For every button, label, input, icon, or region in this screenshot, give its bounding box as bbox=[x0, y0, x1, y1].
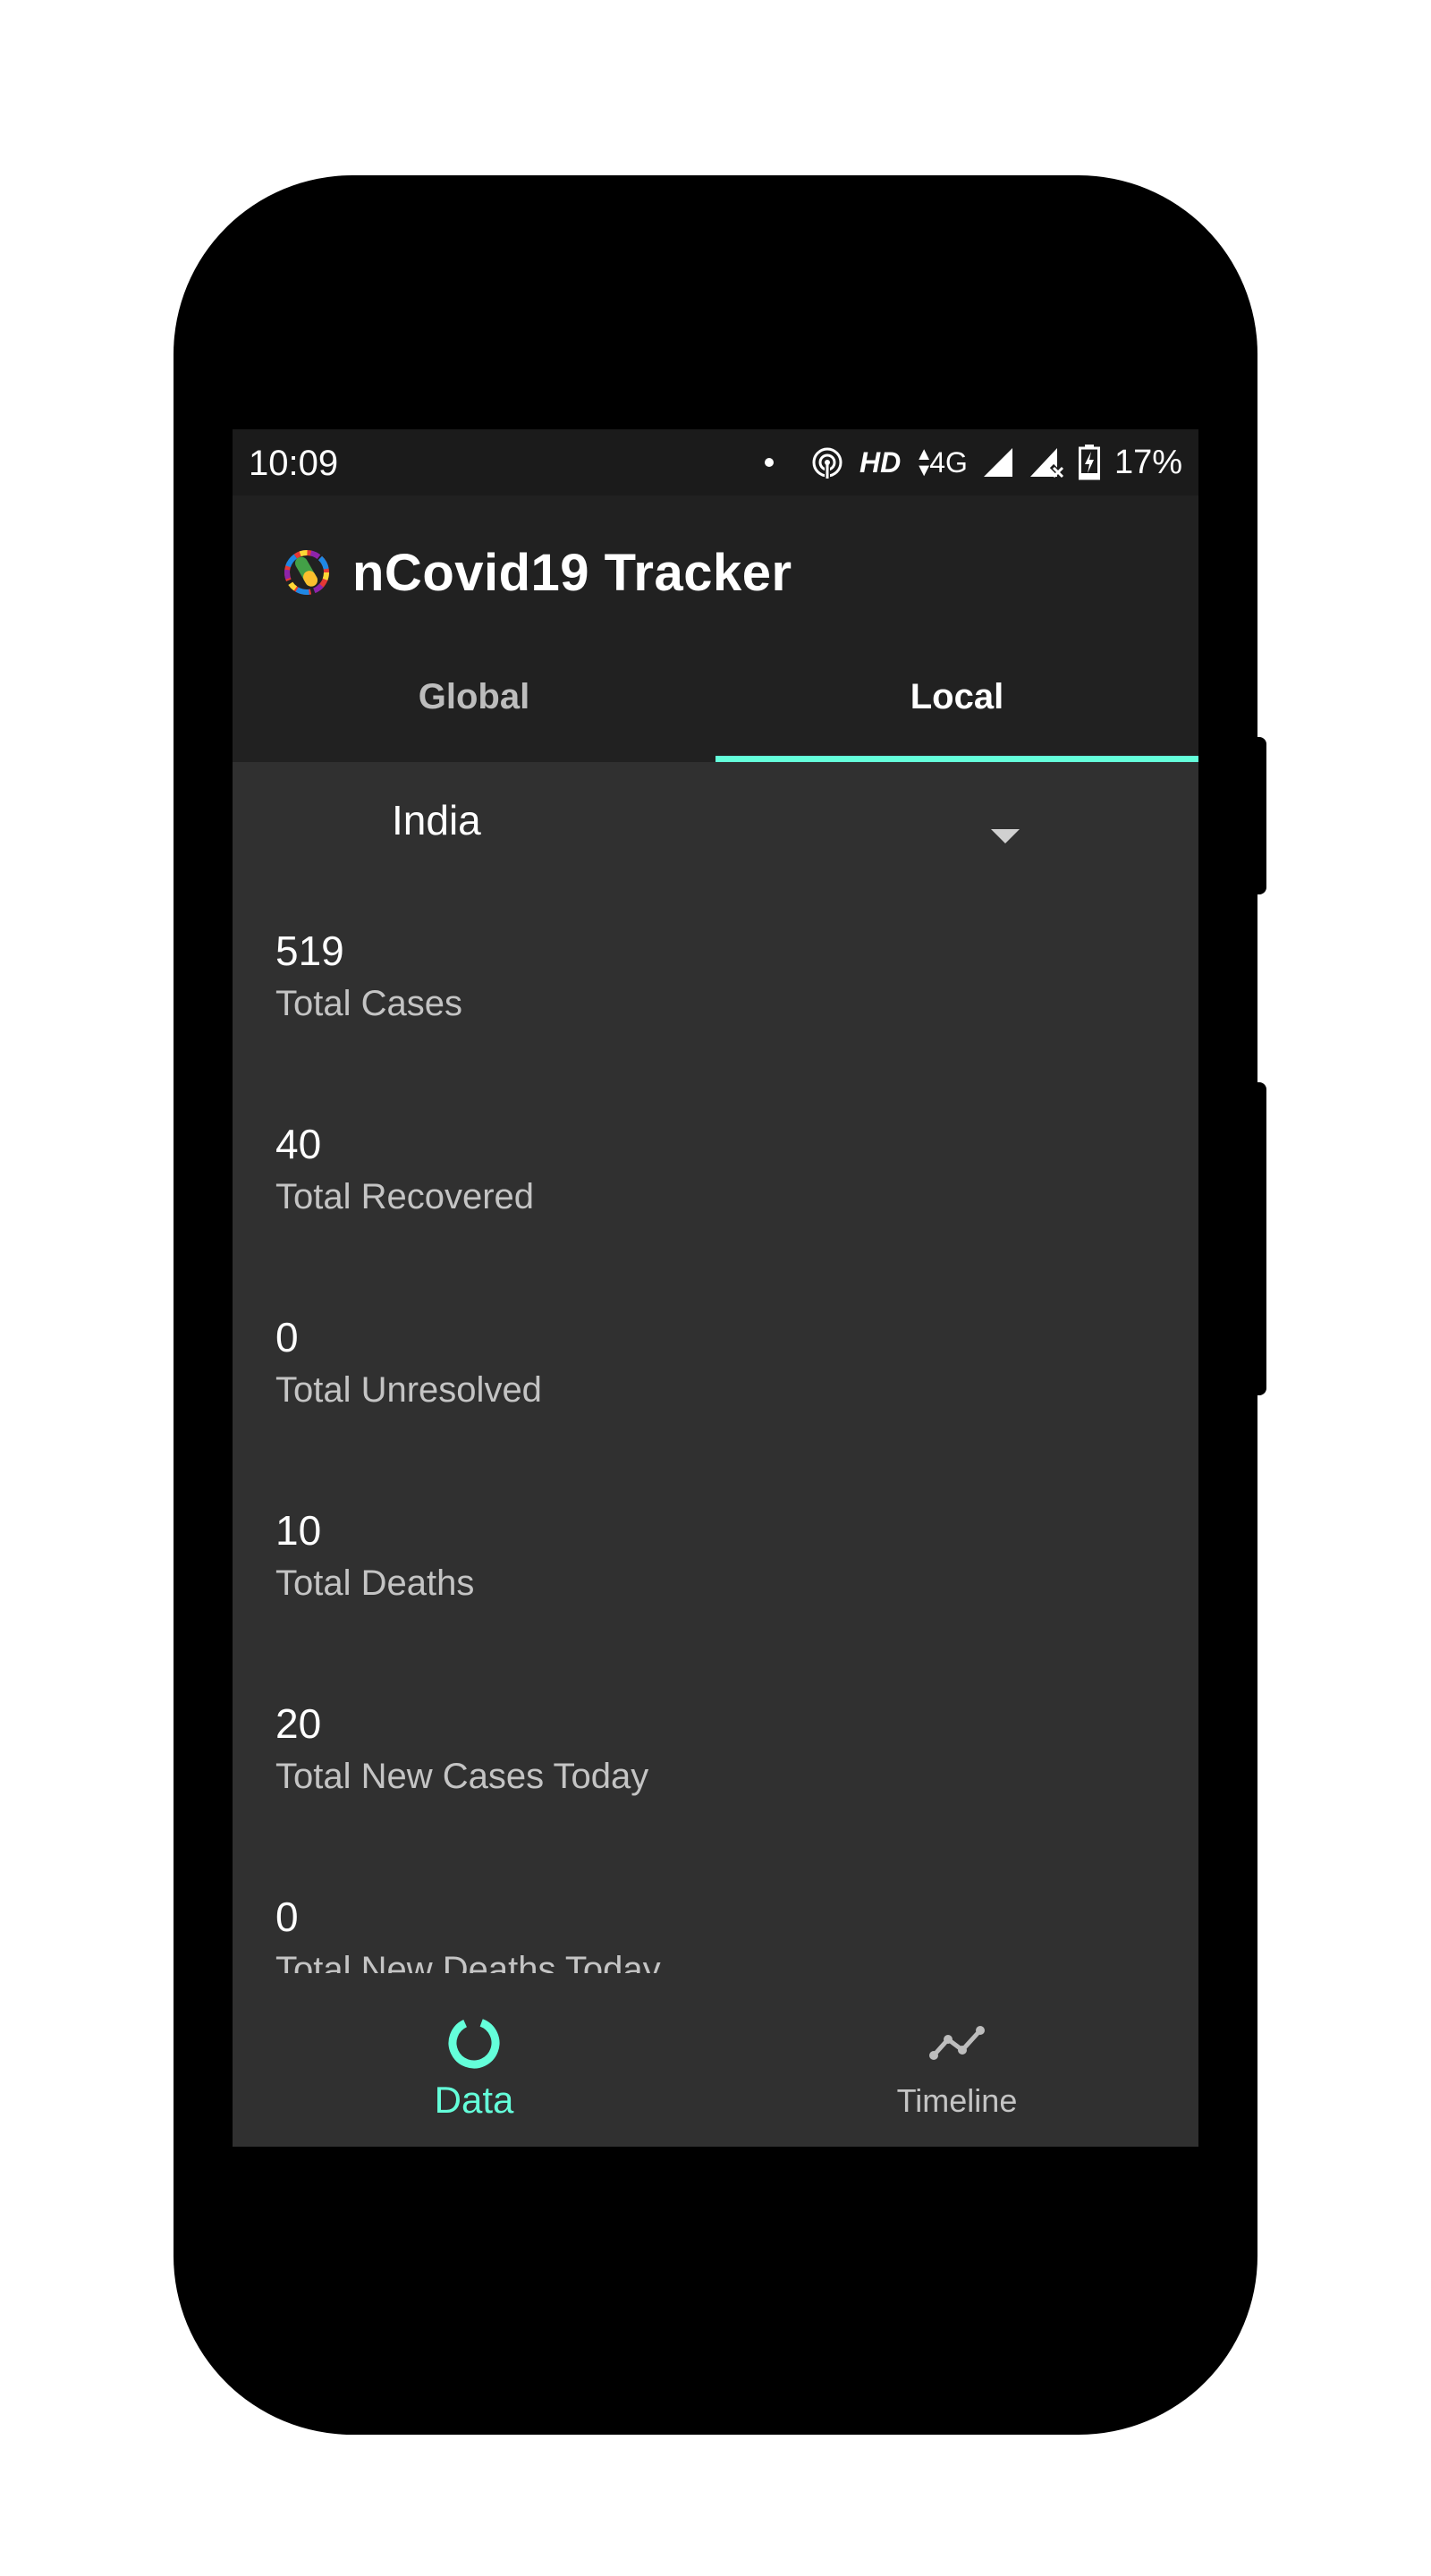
stat-total-recovered: 40 Total Recovered bbox=[275, 1082, 1170, 1275]
stat-value: 0 bbox=[275, 1894, 299, 1940]
stat-label: Total Unresolved bbox=[275, 1370, 542, 1410]
nav-data-label: Data bbox=[434, 2079, 514, 2121]
app-screen: 10:09 HD ▲ ▼ 4G 17% nCovid19 Tracker Glo… bbox=[233, 429, 1198, 2147]
stat-label: Total Cases bbox=[275, 984, 462, 1023]
stat-label: Total Recovered bbox=[275, 1177, 535, 1216]
nav-timeline-label: Timeline bbox=[896, 2082, 1018, 2119]
tab-local[interactable]: Local bbox=[716, 631, 1198, 762]
stat-value: 519 bbox=[275, 928, 344, 974]
network-type-label: 4G bbox=[929, 445, 968, 479]
hotspot-icon bbox=[812, 447, 843, 479]
stat-value: 10 bbox=[275, 1507, 322, 1554]
nav-data[interactable]: Data bbox=[233, 2009, 716, 2147]
stat-new-deaths-today: 0 Total New Deaths Today bbox=[275, 1855, 1170, 1973]
line-chart-icon bbox=[929, 2026, 985, 2060]
tab-global-label: Global bbox=[418, 676, 530, 716]
network-type: ▲ ▼ 4G bbox=[915, 445, 968, 480]
tab-indicator bbox=[716, 756, 1198, 762]
stat-label: Total New Deaths Today bbox=[275, 1950, 661, 1973]
battery-charging-icon bbox=[1078, 445, 1100, 480]
country-dropdown[interactable]: India bbox=[233, 762, 1198, 889]
data-arrows-icon: ▲ ▼ bbox=[915, 445, 934, 480]
signal-no-service-icon bbox=[1029, 448, 1064, 479]
signal-icon bbox=[983, 448, 1012, 477]
stat-value: 0 bbox=[275, 1314, 299, 1360]
country-dropdown-value: India bbox=[392, 797, 481, 843]
battery-percent: 17% bbox=[1113, 443, 1182, 481]
stat-new-cases-today: 20 Total New Cases Today bbox=[275, 1662, 1170, 1855]
stat-value: 20 bbox=[275, 1700, 322, 1747]
tab-local-label: Local bbox=[910, 676, 1004, 716]
status-bar: 10:09 HD ▲ ▼ 4G 17% bbox=[233, 429, 1198, 496]
volume-button bbox=[1250, 737, 1266, 894]
stat-label: Total Deaths bbox=[275, 1563, 475, 1603]
dropdown-arrow-icon[interactable] bbox=[991, 829, 1020, 843]
bottom-navigation: Data Timeline bbox=[233, 2009, 1198, 2147]
stat-label: Total New Cases Today bbox=[275, 1757, 649, 1796]
stat-total-cases: 519 Total Cases bbox=[275, 889, 1170, 1082]
nav-timeline[interactable]: Timeline bbox=[716, 2009, 1198, 2147]
virus-logo-icon bbox=[284, 550, 329, 595]
stat-total-deaths: 10 Total Deaths bbox=[275, 1469, 1170, 1662]
app-title-row: nCovid19 Tracker bbox=[275, 537, 792, 608]
status-icons: HD ▲ ▼ 4G 17% bbox=[765, 442, 1182, 483]
donut-chart-icon bbox=[448, 2017, 500, 2069]
power-button bbox=[1250, 1082, 1266, 1395]
tab-global[interactable]: Global bbox=[233, 631, 716, 762]
notification-dot-icon bbox=[765, 458, 775, 467]
stat-total-unresolved: 0 Total Unresolved bbox=[275, 1275, 1170, 1469]
stat-value: 40 bbox=[275, 1121, 322, 1167]
app-title: nCovid19 Tracker bbox=[352, 543, 792, 602]
hd-indicator: HD bbox=[859, 445, 902, 479]
status-time: 10:09 bbox=[249, 444, 339, 483]
app-bar: nCovid19 Tracker Global Local bbox=[233, 496, 1198, 762]
tab-bar: Global Local bbox=[233, 631, 1198, 762]
stats-list[interactable]: 519 Total Cases 40 Total Recovered 0 Tot… bbox=[233, 889, 1198, 1973]
